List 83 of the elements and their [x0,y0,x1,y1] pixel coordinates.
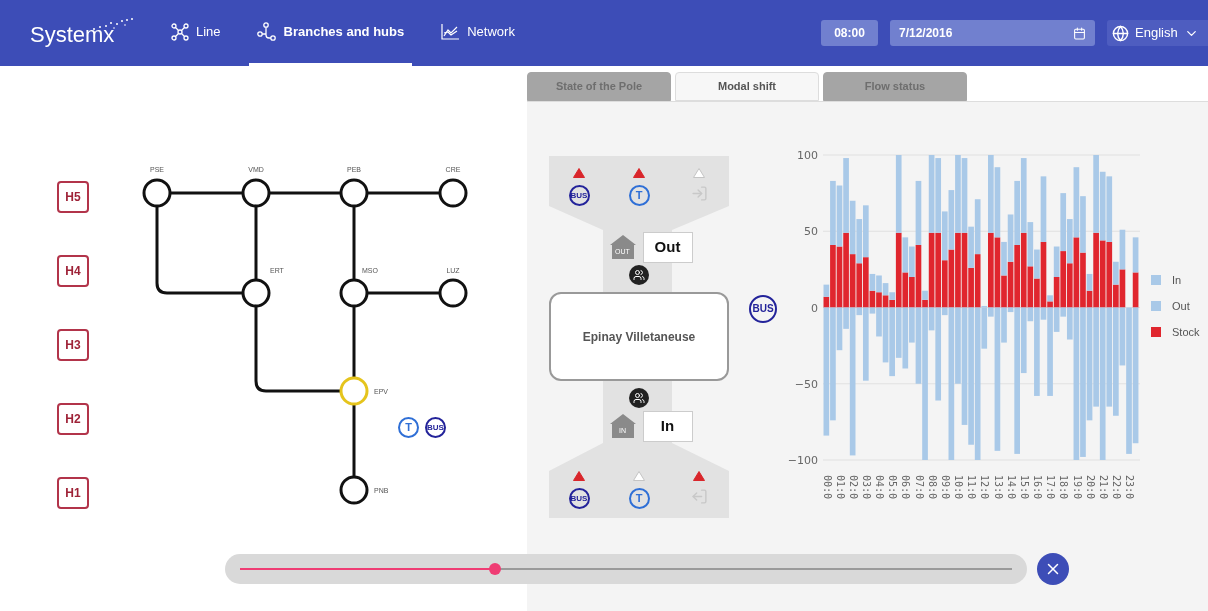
station-node[interactable] [142,178,172,208]
station-node[interactable] [339,278,369,308]
y-tick-label: 0 [811,301,818,315]
station-node[interactable] [241,278,271,308]
station-node[interactable] [438,278,468,308]
station-node[interactable] [339,178,369,208]
x-tick-label: 16:0 [1032,475,1044,500]
flow-label: In [642,410,693,442]
station-node[interactable] [438,178,468,208]
bus-icon: BUS [568,185,590,206]
x-tick-label: 11:0 [966,475,978,500]
nodes-icon [171,22,189,41]
legend-swatch [1151,275,1161,285]
legend-label: Stock [1172,326,1200,338]
in-bar [1132,237,1139,273]
station-node[interactable] [339,475,369,505]
hour-button[interactable]: H4 [57,255,89,287]
x-tick-label: 22:0 [1111,475,1122,500]
hour-button[interactable]: H2 [57,403,89,435]
x-tick-label: 02:0 [847,475,859,500]
x-tick-label: 06:0 [900,475,912,500]
x-tick-label: 07:0 [913,475,925,500]
timeline-slider[interactable] [225,554,1027,584]
x-tick-label: 08:0 [926,475,938,500]
hour-button[interactable]: H3 [57,329,89,361]
tram-icon: T [628,185,650,206]
x-tick-label: 03:0 [861,475,872,500]
x-tick-label: 21:0 [1097,475,1109,500]
tram-icon: T [398,417,419,438]
in-bar [1040,176,1047,242]
x-tick-label: 19:0 [1071,475,1083,500]
y-tick-label: 50 [804,225,818,239]
stock-bar [1132,272,1139,308]
nav-tab[interactable]: Network [432,0,523,66]
time-field[interactable]: 08:00 [821,20,878,46]
tram-icon: T [628,488,650,509]
x-tick-label: 13:0 [992,475,1004,500]
flow-label: Out [642,231,693,263]
panel-tab[interactable]: Modal shift [675,72,819,101]
in-bar [1047,295,1053,302]
legend-swatch [1151,301,1161,311]
in-bar [823,284,830,297]
in-bar [1086,273,1093,291]
x-tick-label: 14:0 [1005,475,1017,500]
station-name: Epinay Villetaneuse [582,328,696,346]
x-tick-label: 01:0 [834,475,846,500]
x-tick-label: 09:0 [939,475,951,500]
x-tick-label: 15:0 [1018,475,1030,500]
calendar-icon [1073,26,1086,40]
x-tick-label: 05:0 [887,475,899,500]
slider-thumb[interactable] [488,563,501,575]
y-tick-label: −100 [787,454,818,467]
nav-tab[interactable]: Branches and hubs [248,0,413,66]
nav-tab[interactable]: Line [163,0,229,66]
in-bar [922,290,928,300]
date-field[interactable]: 7/12/2016 [890,20,1095,46]
legend-label: Out [1172,300,1190,312]
branch-icon [256,21,277,42]
x-tick-label: 17:0 [1045,475,1057,500]
x-tick-label: 18:0 [1058,475,1070,500]
x-tick-label: 04:0 [874,475,886,500]
hour-button[interactable]: H1 [57,477,89,509]
door-arrow-icon [690,185,708,202]
x-tick-label: 12:0 [979,475,991,500]
x-tick-label: 20:0 [1084,475,1096,500]
hour-button[interactable]: H5 [57,181,89,213]
y-tick-label: 100 [797,149,818,162]
bus-icon: BUS [568,488,590,509]
station-node[interactable] [241,178,271,208]
language-select[interactable]: English [1107,20,1208,46]
globe-icon [1112,24,1129,42]
up-arrow-icon [609,235,636,259]
bus-icon: BUS [425,417,446,438]
legend-label: In [1172,274,1182,286]
legend-swatch [1151,327,1161,337]
up-arrow-icon [609,414,636,438]
x-tick-label: 23:0 [1124,475,1136,500]
bus-icon: BUS [749,295,777,323]
y-tick-label: −50 [794,377,818,391]
x-tick-label: 10:0 [953,475,965,500]
line-chart-icon [440,22,461,41]
logo[interactable]: Systemx [30,24,115,46]
x-tick-label: 00:0 [821,475,833,500]
